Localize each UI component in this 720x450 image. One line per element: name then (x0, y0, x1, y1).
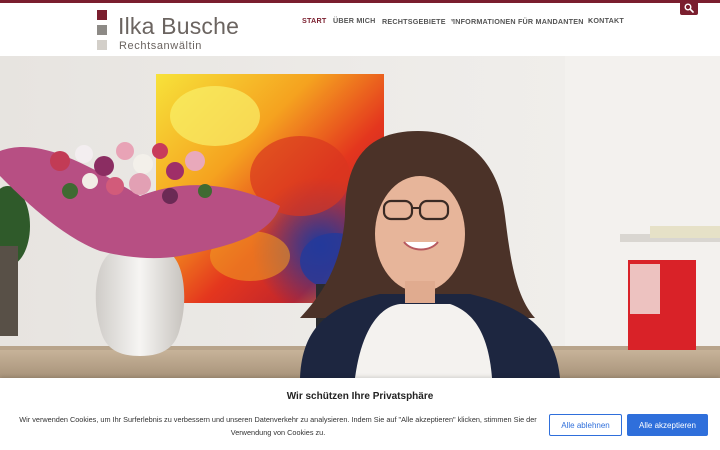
logo-mark (97, 10, 107, 50)
cookie-title: Wir schützen Ihre Privatsphäre (286, 391, 434, 402)
site-header: Ilka Busche Rechtsanwältin START ÜBER MI… (0, 3, 720, 56)
logo-subtitle: Rechtsanwältin (119, 40, 202, 52)
nav-item-kontakt[interactable]: KONTAKT (588, 16, 624, 26)
logo-name: Ilka Busche (118, 13, 240, 39)
nav-item-rechtsgebiete[interactable]: RECHTSGEBIETE ▼ (382, 16, 455, 27)
logo[interactable]: Ilka Busche Rechtsanwältin (97, 10, 257, 52)
decline-all-button[interactable]: Alle ablehnen (549, 414, 622, 436)
nav-item-informationen[interactable]: INFORMATIONEN FÜR MANDANTEN ▼ (453, 16, 593, 27)
hero-photo (0, 56, 720, 378)
cookie-banner: Wir schützen Ihre Privatsphäre Wir verwe… (0, 378, 720, 450)
accept-all-button[interactable]: Alle akzeptieren (627, 414, 708, 436)
nav-item-label: RECHTSGEBIETE (382, 17, 446, 26)
hero-image (0, 56, 720, 378)
nav-item-start[interactable]: START (302, 16, 326, 26)
nav-item-ueber-mich[interactable]: ÜBER MICH (333, 16, 376, 26)
nav-item-label: INFORMATIONEN FÜR MANDANTEN (453, 17, 584, 26)
search-button[interactable] (680, 0, 698, 15)
search-icon (684, 3, 694, 13)
cookie-text: Wir verwenden Cookies, um Ihr Surferlebn… (19, 415, 537, 437)
